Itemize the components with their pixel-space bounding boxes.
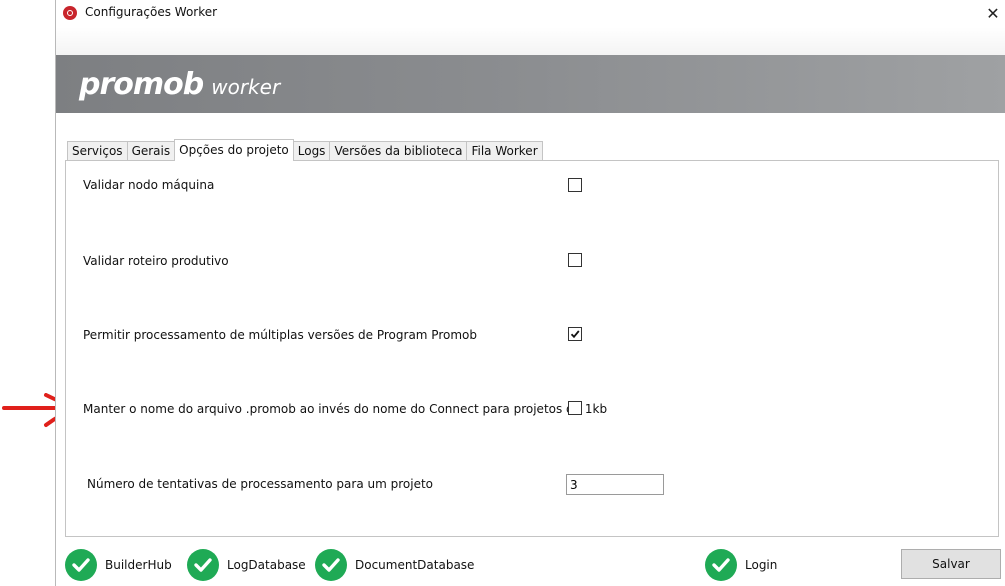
option-validar-roteiro-checkbox[interactable] xyxy=(568,253,582,267)
tab-opcoes-do-projeto[interactable]: Opções do projeto xyxy=(174,139,294,161)
tab-fila-worker[interactable]: Fila Worker xyxy=(466,141,543,161)
app-logo-icon xyxy=(63,6,77,20)
option-validar-roteiro-label: Validar roteiro produtivo xyxy=(83,254,229,268)
check-circle-icon xyxy=(705,549,737,581)
status-builderhub: BuilderHub xyxy=(65,548,172,582)
tab-servicos[interactable]: Serviços xyxy=(67,141,128,161)
status-login: Login xyxy=(705,548,777,582)
option-multiplas-versoes-label: Permitir processamento de múltiplas vers… xyxy=(83,328,477,342)
banner-top xyxy=(56,27,1005,84)
tab-versoes-da-biblioteca[interactable]: Versões da biblioteca xyxy=(329,141,468,161)
brand-main: promob xyxy=(79,67,204,102)
status-documentdatabase-label: DocumentDatabase xyxy=(355,558,475,572)
close-button[interactable]: ✕ xyxy=(980,0,1005,26)
tab-gerais[interactable]: Gerais xyxy=(126,141,176,161)
window-title: Configurações Worker xyxy=(85,5,218,19)
check-circle-icon xyxy=(315,549,347,581)
promob-banner: promob worker xyxy=(56,55,1005,113)
check-circle-icon xyxy=(187,549,219,581)
checkmark-icon xyxy=(570,330,580,339)
title-bar: Configurações Worker ✕ xyxy=(56,0,1005,27)
status-login-label: Login xyxy=(745,558,778,572)
status-logdatabase-label: LogDatabase xyxy=(227,558,306,572)
config-window: Configurações Worker ✕ promob worker Serv… xyxy=(55,0,1005,586)
status-documentdatabase: DocumentDatabase xyxy=(315,548,474,582)
project-options-panel: Validar nodo máquina Validar roteiro pro… xyxy=(65,160,999,537)
option-manter-nome-label: Manter o nome do arquivo .promob ao invé… xyxy=(83,402,608,416)
brand-logo: promob worker xyxy=(79,67,280,102)
option-manter-nome-checkbox[interactable] xyxy=(568,401,582,415)
save-button[interactable]: Salvar xyxy=(901,549,1001,579)
status-logdatabase: LogDatabase xyxy=(187,548,306,582)
check-circle-icon xyxy=(65,549,97,581)
option-validar-nodo-maquina-checkbox[interactable] xyxy=(568,178,582,192)
tab-logs[interactable]: Logs xyxy=(292,141,331,161)
tab-strip: Serviços Gerais Opções do projeto Logs V… xyxy=(67,139,543,161)
brand-sub: worker xyxy=(211,75,281,99)
retry-count-input[interactable] xyxy=(566,474,664,495)
retry-count-label: Número de tentativas de processamento pa… xyxy=(87,477,434,491)
option-validar-nodo-maquina-label: Validar nodo máquina xyxy=(83,178,215,192)
option-multiplas-versoes-checkbox[interactable] xyxy=(568,327,582,341)
status-builderhub-label: BuilderHub xyxy=(105,558,172,572)
